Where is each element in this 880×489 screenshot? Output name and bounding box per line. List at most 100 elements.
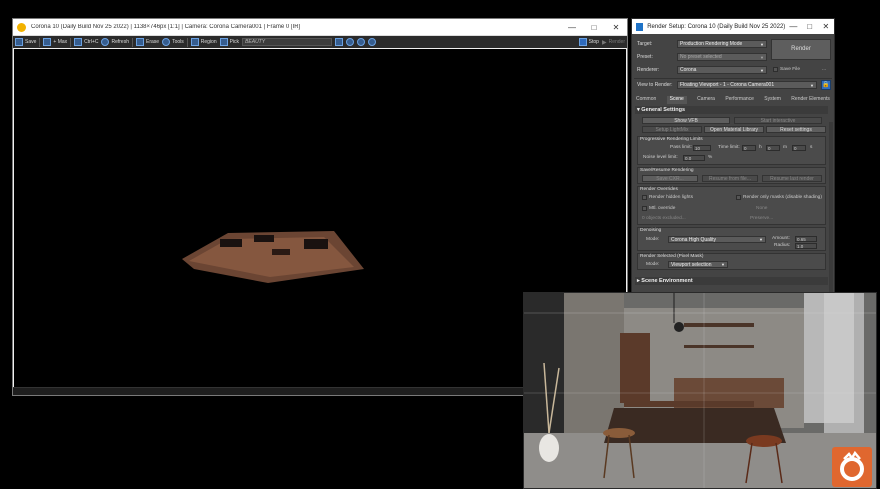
reset-settings-button[interactable]: Reset settings — [766, 126, 826, 133]
save-cxr-button[interactable]: Save CXR... — [642, 175, 698, 182]
resume-last-render-button[interactable]: Resume last render — [762, 175, 822, 182]
radius-input[interactable]: 1.0 — [795, 243, 817, 249]
corona-logo-glyph — [840, 450, 864, 481]
rendered-dark-patch — [220, 239, 242, 247]
render-only-masks-label: Render only masks (disable shading) — [743, 195, 822, 200]
chevron-down-icon: ▼ — [760, 55, 764, 60]
amount-label: Amount: — [772, 236, 790, 241]
save-resume-group: Save/Resume Rendering Save CXR... Resume… — [637, 167, 826, 184]
time-limit-hours-input[interactable]: 0 — [742, 145, 756, 151]
save-file-label: Save File — [780, 67, 800, 72]
lock-view-button[interactable]: 🔒 — [821, 80, 831, 90]
preserve-button[interactable]: Preserve... — [750, 216, 773, 221]
chevron-down-icon: ▼ — [760, 68, 764, 73]
copy-button[interactable]: Ctrl+C — [74, 38, 98, 46]
objects-excluded-button[interactable]: 0 objects excluded... — [642, 216, 686, 221]
render-setup-titlebar[interactable]: Render Setup: Corona 10 (Daily Build Nov… — [632, 19, 834, 34]
renderer-dropdown[interactable]: Corona ▼ — [677, 66, 767, 74]
noise-level-input[interactable]: 0.0 — [683, 155, 705, 161]
minimize-button[interactable]: — — [561, 19, 583, 36]
render-selected-mode-dropdown[interactable]: Viewport selection ▼ — [668, 261, 728, 268]
mtl-override-checkbox[interactable] — [642, 206, 647, 211]
amount-input[interactable]: 0.65 — [795, 236, 817, 242]
save-file-browse-button[interactable]: ... — [822, 67, 826, 72]
minimize-button[interactable]: — — [785, 19, 801, 34]
render-button[interactable]: ▶ Render — [602, 39, 625, 46]
save-resume-title: Save/Resume Rendering — [640, 168, 694, 173]
scene-environment-header[interactable]: ▸ Scene Environment — [635, 277, 828, 285]
maximize-button[interactable]: □ — [583, 19, 605, 36]
progressive-limits-group: Progressive Rendering Limits Pass limit:… — [637, 136, 826, 165]
render-button[interactable]: Render — [771, 39, 831, 60]
divider — [132, 37, 133, 47]
render-hidden-lights-checkbox[interactable] — [642, 195, 647, 200]
mtl-override-none[interactable]: None — [756, 206, 767, 211]
view-to-render-label: View to Render: — [637, 82, 673, 88]
zoom-in-button[interactable] — [346, 38, 355, 46]
general-settings-header[interactable]: ▾ General Settings — [635, 106, 828, 114]
tools-icon — [162, 38, 171, 46]
mtl-override-label: Mtl. override — [649, 206, 676, 211]
refresh-icon — [101, 38, 110, 46]
play-icon: ▶ — [601, 39, 607, 46]
chevron-down-icon: ▼ — [721, 262, 725, 267]
close-button[interactable]: ✕ — [605, 19, 627, 36]
pick-icon — [219, 38, 228, 46]
render-selected-mode-label: Mode: — [646, 262, 660, 267]
close-button[interactable]: ✕ — [818, 19, 834, 34]
tab-system[interactable]: System — [764, 96, 781, 104]
floppy-icon — [15, 38, 23, 46]
divider — [634, 78, 832, 79]
render-overrides-group: Render Overrides Render hidden lights Re… — [637, 186, 826, 225]
chevron-down-icon — [335, 38, 344, 46]
view-to-render-dropdown[interactable]: Floating Viewport - 1 - Corona Camera001… — [677, 81, 817, 89]
zoom-out-icon — [357, 38, 366, 46]
zoom-fit-button[interactable] — [368, 38, 377, 46]
max-button[interactable]: + Max — [43, 38, 67, 46]
open-material-library-button[interactable]: Open Material Library — [704, 126, 764, 133]
render-setup-app-icon — [636, 22, 644, 31]
denoising-group: Denoising Mode: Corona High Quality ▼ Amo… — [637, 227, 826, 251]
setup-lightmix-button[interactable]: Setup LightMix — [642, 126, 702, 133]
target-dropdown[interactable]: Production Rendering Mode ▼ — [677, 40, 767, 48]
maximize-button[interactable]: □ — [802, 19, 818, 34]
dropdown-arrow-button[interactable] — [335, 38, 344, 46]
percent-unit: % — [708, 155, 713, 160]
start-interactive-button[interactable]: Start interactive — [734, 117, 822, 124]
save-file-checkbox[interactable] — [773, 67, 778, 72]
resume-from-file-button[interactable]: Resume from file... — [702, 175, 758, 182]
tab-common[interactable]: Common — [636, 96, 656, 104]
tab-scene[interactable]: Scene — [666, 96, 687, 104]
pass-limit-label: Pass limit: — [670, 145, 692, 150]
rendered-dark-patch — [304, 239, 328, 249]
stop-button[interactable]: Stop — [578, 38, 599, 46]
tab-performance[interactable]: Performance — [725, 96, 754, 104]
render-element-dropdown[interactable]: BEAUTY — [242, 38, 333, 46]
refresh-button[interactable]: Refresh — [101, 38, 129, 46]
denoise-mode-dropdown[interactable]: Corona High Quality ▼ — [668, 236, 766, 243]
time-limit-seconds-input[interactable]: 0 — [792, 145, 806, 151]
render-only-masks-checkbox[interactable] — [736, 195, 741, 200]
tab-render-elements[interactable]: Render Elements — [791, 96, 830, 104]
seconds-unit: s — [810, 145, 813, 150]
zoom-out-button[interactable] — [357, 38, 366, 46]
region-button[interactable]: Region — [190, 38, 217, 46]
tools-button[interactable]: Tools — [162, 38, 184, 46]
render-setup-window: Render Setup: Corona 10 (Daily Build Nov… — [631, 18, 835, 296]
show-vfb-button[interactable]: Show VFB — [642, 117, 730, 124]
save-button[interactable]: Save — [15, 38, 36, 46]
render-selected-group: Render Selected (Pixel Mask) Mode: Viewp… — [637, 253, 826, 270]
vfb-titlebar[interactable]: Corona 10 (Daily Build Nov 25 2022) | 11… — [13, 19, 627, 36]
vfb-toolbar: Save + Max Ctrl+C Refresh Erase Tools Re… — [13, 36, 627, 48]
render-setup-scrollbar[interactable] — [829, 122, 833, 292]
preset-dropdown[interactable]: No preset selected ▼ — [677, 53, 767, 61]
chevron-down-icon: ▼ — [810, 83, 814, 88]
time-limit-label: Time limit: — [718, 145, 740, 150]
zoom-fit-icon — [368, 38, 377, 46]
tab-camera[interactable]: Camera — [697, 96, 715, 104]
pass-limit-input[interactable]: 10 — [693, 145, 711, 151]
pick-button[interactable]: Pick — [219, 38, 239, 46]
erase-button[interactable]: Erase — [136, 38, 159, 46]
kitchen-scene-render — [524, 293, 876, 488]
time-limit-minutes-input[interactable]: 0 — [766, 145, 780, 151]
